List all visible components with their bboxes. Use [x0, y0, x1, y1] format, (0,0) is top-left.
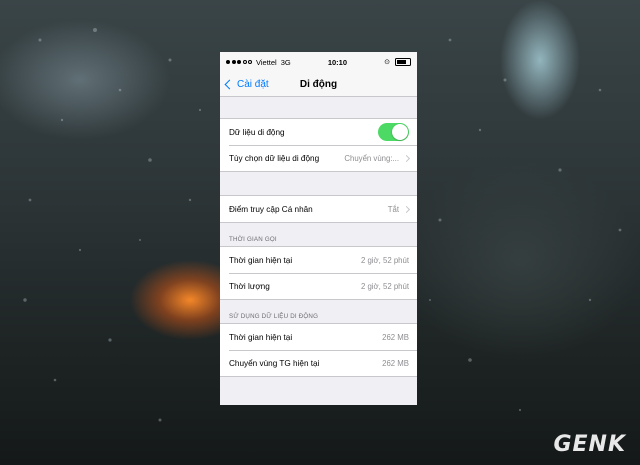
status-bar: Viettel 3G 10:10 ⊙	[220, 52, 417, 72]
hotspot-group: Điểm truy cập Cá nhân Tắt	[220, 195, 417, 223]
battery-icon	[394, 58, 411, 66]
call-time-current-value: 2 giờ, 52 phút	[360, 255, 409, 265]
status-time: 10:10	[327, 57, 348, 67]
signal-strength-icon	[226, 60, 252, 64]
genk-watermark-logo: GENK	[553, 432, 626, 457]
data-usage-current-label: Thời gian hiện tại	[229, 332, 293, 342]
data-usage-current-value: 262 MB	[382, 332, 409, 342]
data-usage-current-row: Thời gian hiện tại 262 MB	[220, 324, 417, 350]
data-usage-roaming-value: 262 MB	[382, 358, 409, 368]
disclosure-chevron-icon	[402, 154, 411, 162]
back-button[interactable]: Cài đặt	[220, 79, 269, 90]
call-time-lifetime-label: Thời lượng	[229, 281, 270, 291]
navigation-bar: Cài đặt Di động	[220, 72, 417, 97]
disclosure-chevron-icon	[402, 205, 411, 213]
cellular-data-label: Dữ liệu di động	[229, 127, 285, 137]
personal-hotspot-value: Tắt	[387, 204, 411, 214]
network-type: 3G	[280, 57, 291, 67]
call-time-header: THỜI GIAN GỌI	[229, 236, 277, 243]
call-time-lifetime-row: Thời lượng 2 giờ, 52 phút	[220, 273, 417, 299]
status-bar-left: Viettel 3G	[226, 58, 291, 67]
cellular-group: Dữ liệu di động Tùy chọn dữ liệu di động…	[220, 118, 417, 172]
cellular-data-toggle[interactable]	[378, 123, 409, 141]
status-bar-right: ⊙	[384, 58, 411, 66]
cellular-options-row[interactable]: Tùy chọn dữ liệu di động Chuyển vùng:...	[220, 145, 417, 171]
personal-hotspot-row[interactable]: Điểm truy cập Cá nhân Tắt	[220, 196, 417, 222]
back-button-label: Cài đặt	[237, 78, 269, 90]
cellular-options-label: Tùy chọn dữ liệu di động	[229, 153, 320, 163]
call-time-group: Thời gian hiện tại 2 giờ, 52 phút Thời l…	[220, 246, 417, 300]
toggle-knob	[392, 124, 408, 140]
personal-hotspot-label: Điểm truy cập Cá nhân	[229, 204, 313, 214]
cellular-options-value: Chuyển vùng:...	[344, 153, 411, 163]
chevron-left-icon	[224, 79, 235, 89]
personal-hotspot-value-text: Tắt	[387, 204, 399, 214]
data-usage-roaming-label: Chuyển vùng TG hiện tại	[229, 358, 320, 368]
phone-screen: Viettel 3G 10:10 ⊙ Cài đặt Di động Dữ li…	[220, 52, 417, 405]
call-time-current-row: Thời gian hiện tại 2 giờ, 52 phút	[220, 247, 417, 273]
carrier-name: Viettel	[256, 57, 277, 67]
data-usage-header: SỬ DỤNG DỮ LIỆU DI ĐỘNG	[229, 313, 319, 320]
cellular-options-value-text: Chuyển vùng:...	[344, 153, 399, 163]
cellular-data-row: Dữ liệu di động	[220, 119, 417, 145]
orientation-lock-icon: ⊙	[384, 59, 390, 66]
call-time-current-label: Thời gian hiện tại	[229, 255, 293, 265]
data-usage-roaming-row: Chuyển vùng TG hiện tại 262 MB	[220, 350, 417, 376]
call-time-lifetime-value: 2 giờ, 52 phút	[360, 281, 409, 291]
data-usage-group: Thời gian hiện tại 262 MB Chuyển vùng TG…	[220, 323, 417, 377]
